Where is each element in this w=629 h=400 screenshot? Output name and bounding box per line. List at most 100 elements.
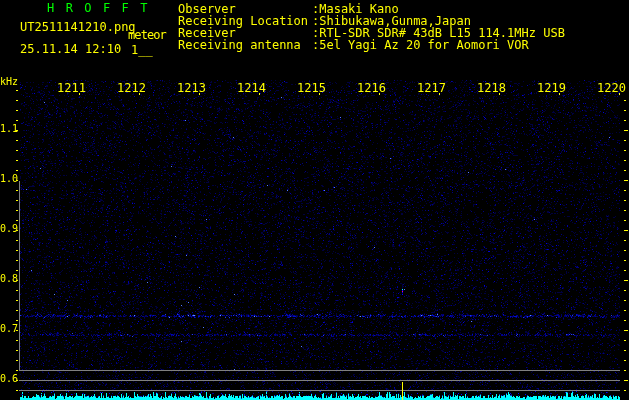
freq-axis-tick-right xyxy=(624,160,626,161)
time-axis-tick xyxy=(619,93,620,95)
freq-axis-tick-right xyxy=(624,320,626,321)
freq-axis-tick-right xyxy=(624,260,626,261)
time-axis-tick xyxy=(199,93,200,95)
meteor-count: 1__ xyxy=(131,43,153,57)
event-marker xyxy=(402,382,403,400)
time-axis-label: 1212 xyxy=(117,83,146,94)
freq-axis-tick-left xyxy=(16,380,18,381)
freq-axis-tick-left xyxy=(16,90,18,91)
freq-axis-tick-right xyxy=(624,370,626,371)
freq-axis-tick-right xyxy=(624,170,626,171)
time-axis-tick xyxy=(259,93,260,95)
hrofft-window: H R O F F T UT2511141210.png meteor 25.1… xyxy=(0,0,629,400)
time-axis-tick xyxy=(499,93,500,95)
time-axis-label: 1216 xyxy=(357,83,386,94)
plot-bottom-border xyxy=(19,370,620,371)
freq-axis-tick-right xyxy=(624,250,626,251)
freq-axis-tick-right xyxy=(624,130,628,131)
freq-axis-label: 0.8 xyxy=(0,274,18,284)
freq-axis-tick-left xyxy=(16,370,18,371)
freq-axis-tick-right xyxy=(624,380,628,381)
freq-axis-tick-right xyxy=(624,390,626,391)
freq-unit-label: kHz xyxy=(0,76,18,87)
time-axis-label: 1213 xyxy=(177,83,206,94)
freq-axis-tick-right xyxy=(624,140,626,141)
freq-axis-tick-left xyxy=(16,110,18,111)
freq-axis-tick-left xyxy=(16,310,18,311)
freq-axis-tick-left xyxy=(16,210,18,211)
mode-label: meteor xyxy=(128,28,166,42)
station-info-value: :5el Yagi Az 20 for Aomori VOR xyxy=(312,38,529,52)
freq-axis-tick-right xyxy=(624,300,626,301)
band-divider-2 xyxy=(19,390,620,391)
freq-axis-tick-left xyxy=(16,220,18,221)
freq-axis-tick-left xyxy=(16,280,18,281)
time-axis-tick xyxy=(79,93,80,95)
freq-axis-tick-right xyxy=(624,190,626,191)
freq-axis-tick-right xyxy=(624,120,626,121)
freq-axis-tick-left xyxy=(16,260,18,261)
freq-axis-tick-right xyxy=(624,100,626,101)
freq-axis-tick-right xyxy=(624,310,626,311)
freq-axis-label: 0.6 xyxy=(0,374,18,384)
freq-axis-tick-left xyxy=(16,240,18,241)
datetime-label: 25.11.14 12:10 xyxy=(20,42,121,56)
freq-axis-tick-left xyxy=(16,320,18,321)
freq-axis-tick-right xyxy=(624,200,626,201)
capture-filename: UT2511141210.png xyxy=(20,20,136,34)
freq-axis-tick-right xyxy=(624,180,628,181)
freq-axis-tick-right xyxy=(624,240,626,241)
freq-axis-tick-left xyxy=(16,300,18,301)
freq-axis-label: 1.1 xyxy=(0,124,18,134)
freq-axis-label: 0.9 xyxy=(0,224,18,234)
freq-axis-tick-right xyxy=(624,220,626,221)
freq-axis-tick-left xyxy=(16,190,18,191)
time-axis-tick xyxy=(439,93,440,95)
band-divider-1 xyxy=(19,380,620,381)
freq-axis-tick-right xyxy=(624,330,628,331)
freq-axis-tick-right xyxy=(624,210,626,211)
freq-axis-label: 0.7 xyxy=(0,324,18,334)
freq-axis-tick-right xyxy=(624,150,626,151)
time-axis-label: 1219 xyxy=(537,83,566,94)
freq-axis-tick-left xyxy=(16,330,18,331)
freq-axis-tick-left xyxy=(16,360,18,361)
freq-axis-label: 1.0 xyxy=(0,174,18,184)
plot-left-border xyxy=(19,181,20,370)
station-info-label: Receiving antenna xyxy=(178,39,312,51)
time-axis-tick xyxy=(559,93,560,95)
time-axis-label: 1217 xyxy=(417,83,446,94)
freq-axis-tick-left xyxy=(16,250,18,251)
app-title: H R O F F T xyxy=(47,1,150,15)
freq-axis-tick-left xyxy=(16,160,18,161)
freq-axis-tick-right xyxy=(624,350,626,351)
freq-axis-tick-right xyxy=(624,280,628,281)
freq-axis-tick-left xyxy=(16,130,18,131)
freq-axis-tick-right xyxy=(624,360,626,361)
freq-axis-tick-left xyxy=(16,200,18,201)
freq-axis-tick-right xyxy=(624,270,626,271)
time-axis-label: 1218 xyxy=(477,83,506,94)
freq-axis-tick-left xyxy=(16,100,18,101)
freq-axis-tick-left xyxy=(16,180,18,181)
freq-axis-tick-left xyxy=(16,270,18,271)
time-axis-label: 1220 xyxy=(597,83,626,94)
freq-axis-tick-right xyxy=(624,290,626,291)
station-info: Observer:Masaki KanoReceiving Location:S… xyxy=(178,3,565,51)
time-axis-label: 1214 xyxy=(237,83,266,94)
freq-axis-tick-right xyxy=(624,340,626,341)
freq-axis-tick-right xyxy=(624,230,628,231)
freq-axis-tick-left xyxy=(16,170,18,171)
freq-axis-tick-left xyxy=(16,230,18,231)
freq-axis-tick-left xyxy=(16,120,18,121)
time-axis-tick xyxy=(319,93,320,95)
freq-axis-tick-left xyxy=(16,140,18,141)
time-axis-tick xyxy=(379,93,380,95)
time-axis-label: 1211 xyxy=(57,83,86,94)
spectrogram-noise-canvas xyxy=(0,0,629,400)
time-axis-label: 1215 xyxy=(297,83,326,94)
freq-axis-tick-left xyxy=(16,150,18,151)
freq-axis-tick-left xyxy=(16,290,18,291)
freq-axis-tick-left xyxy=(16,350,18,351)
freq-axis-tick-left xyxy=(16,340,18,341)
